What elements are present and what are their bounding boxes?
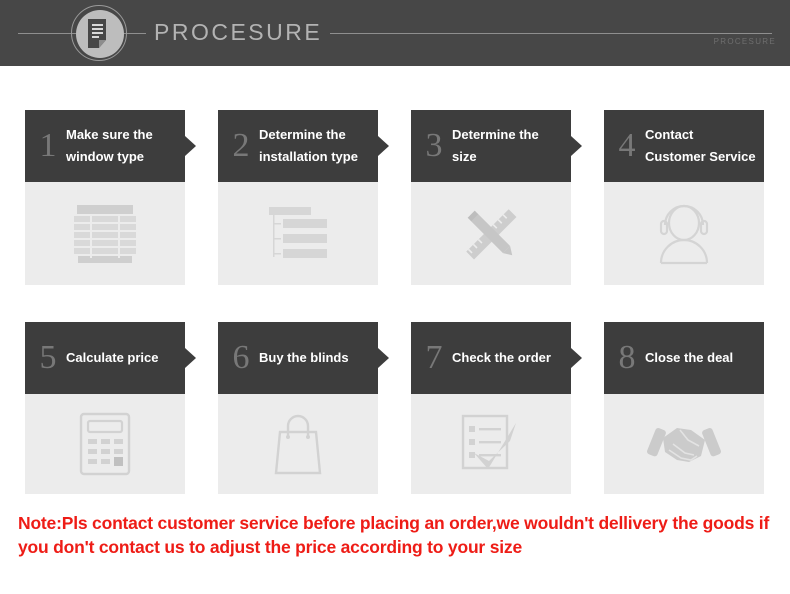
procedure-steps-grid: 1 Make sure the window type 2 Determine … bbox=[0, 66, 790, 494]
step-card-6-header: 6 Buy the blinds bbox=[218, 322, 389, 394]
step-label: Contact Customer Service bbox=[645, 127, 756, 164]
step-card-5[interactable]: 5 Calculate price bbox=[25, 322, 196, 494]
step-number: 1 bbox=[39, 127, 57, 164]
step-card-3[interactable]: 3 Determine the size bbox=[411, 110, 582, 285]
step-card-5-header: 5 Calculate price bbox=[25, 322, 196, 394]
step-card-3-body bbox=[411, 182, 571, 285]
step-arrow-icon bbox=[185, 348, 196, 368]
step-card-7-header: 7 Check the order bbox=[411, 322, 582, 394]
step-label: Make sure the window type bbox=[66, 127, 153, 164]
step-card-2-body bbox=[218, 182, 378, 285]
shopping-bag-icon bbox=[274, 414, 322, 475]
step-card-1-header: 1 Make sure the window type bbox=[25, 110, 196, 182]
calculator-icon bbox=[79, 412, 131, 476]
step-card-7-body bbox=[411, 394, 571, 494]
header-divider-line bbox=[18, 33, 772, 34]
step-card-4-header: 4 Contact Customer Service bbox=[604, 110, 764, 182]
step-card-2[interactable]: 2 Determine the installation type bbox=[218, 110, 389, 285]
step-card-8-header: 8 Close the deal bbox=[604, 322, 764, 394]
steps-row-1: 1 Make sure the window type 2 Determine … bbox=[0, 66, 790, 292]
step-card-5-body bbox=[25, 394, 185, 494]
step-label: Calculate price bbox=[66, 350, 159, 365]
document-glyph bbox=[88, 19, 106, 48]
page-header: PROCESURE PROCESURE bbox=[0, 0, 790, 66]
step-arrow-icon bbox=[378, 136, 389, 156]
checklist-icon bbox=[461, 414, 516, 470]
step-number: 5 bbox=[39, 339, 57, 376]
step-number: 8 bbox=[618, 339, 636, 376]
step-card-6[interactable]: 6 Buy the blinds bbox=[218, 322, 389, 494]
step-arrow-icon bbox=[571, 136, 582, 156]
handshake-icon bbox=[647, 428, 721, 462]
step-card-2-header: 2 Determine the installation type bbox=[218, 110, 389, 182]
ruler-pencil-icon bbox=[466, 208, 517, 259]
step-number: 3 bbox=[425, 127, 443, 164]
step-number: 6 bbox=[232, 339, 250, 376]
step-label: Buy the blinds bbox=[259, 350, 349, 365]
step-arrow-icon bbox=[378, 348, 389, 368]
headset-support-icon bbox=[659, 204, 709, 264]
step-card-6-body bbox=[218, 394, 378, 494]
document-icon bbox=[71, 5, 129, 63]
step-label: Determine the size bbox=[452, 127, 539, 164]
header-watermark: PROCESURE bbox=[713, 37, 776, 46]
step-card-3-header: 3 Determine the size bbox=[411, 110, 582, 182]
step-number: 2 bbox=[232, 127, 250, 164]
step-label: Check the order bbox=[452, 350, 551, 365]
page-title: PROCESURE bbox=[146, 16, 331, 48]
step-arrow-icon bbox=[185, 136, 196, 156]
window-blinds-icon bbox=[74, 204, 136, 263]
step-arrow-icon bbox=[571, 348, 582, 368]
step-label: Determine the installation type bbox=[259, 127, 358, 164]
step-card-4-body bbox=[604, 182, 764, 285]
step-card-1-body bbox=[25, 182, 185, 285]
step-card-8-body bbox=[604, 394, 764, 494]
step-card-7[interactable]: 7 Check the order bbox=[411, 322, 582, 494]
warning-note: Note:Pls contact customer service before… bbox=[18, 513, 770, 557]
step-card-1[interactable]: 1 Make sure the window type bbox=[25, 110, 196, 285]
step-label: Close the deal bbox=[645, 350, 734, 365]
step-number: 4 bbox=[618, 127, 636, 164]
step-number: 7 bbox=[425, 339, 443, 376]
steps-row-2: 5 Calculate price 6 Buy the blinds 7 Che… bbox=[0, 292, 790, 494]
hierarchy-list-icon bbox=[269, 206, 327, 258]
step-card-4[interactable]: 4 Contact Customer Service bbox=[604, 110, 764, 285]
step-card-8[interactable]: 8 Close the deal bbox=[604, 322, 764, 494]
